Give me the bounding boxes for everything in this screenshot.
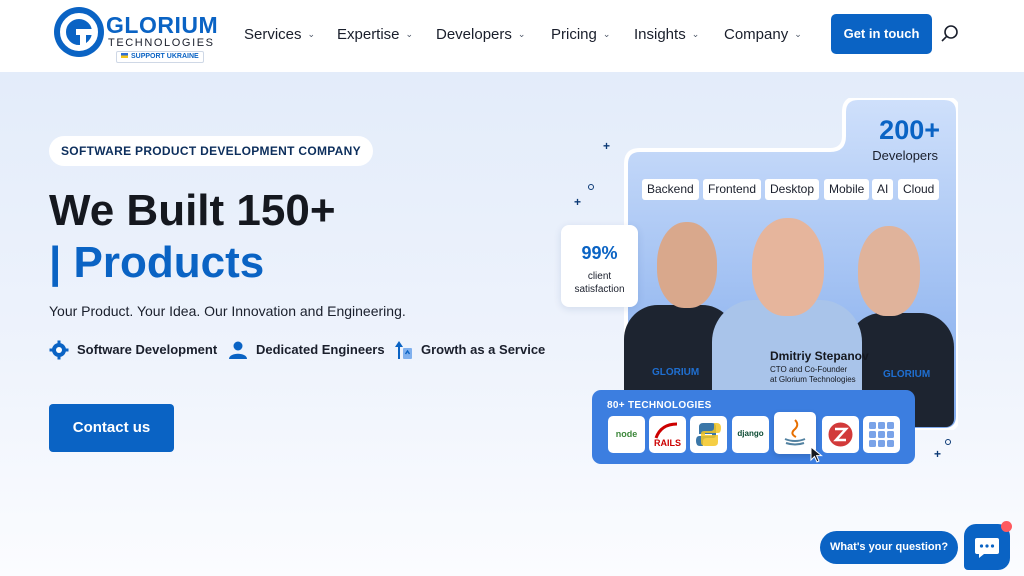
- feature-software-development: Software Development: [49, 339, 219, 361]
- chevron-down-icon: ⌄: [405, 29, 414, 39]
- support-ukraine-badge[interactable]: SUPPORT UKRAINE: [116, 51, 204, 63]
- nav-label: Company: [724, 26, 789, 43]
- sparkle-icon: +: [603, 139, 611, 153]
- growth-arrows-icon: [395, 341, 412, 359]
- hero-lede: Your Product. Your Idea. Our Innovation …: [49, 303, 406, 319]
- cursor-icon: [810, 446, 823, 463]
- shirt-logo: GLORIUM: [652, 367, 700, 378]
- satisfaction-value: 99%: [581, 243, 618, 263]
- skill-chip: Desktop: [765, 179, 820, 200]
- logo-mark-icon: [54, 7, 104, 57]
- rails-icon: RAILS: [649, 416, 686, 453]
- get-in-touch-button[interactable]: Get in touch: [831, 14, 932, 54]
- chevron-down-icon: ⌄: [307, 29, 316, 39]
- nav-item-company[interactable]: Company ⌄: [724, 24, 802, 45]
- python-icon: [690, 416, 727, 453]
- chat-notification-dot: [1001, 521, 1012, 532]
- nav-label: Expertise: [337, 26, 400, 43]
- feature-dedicated-engineers: Dedicated Engineers: [228, 339, 388, 361]
- nav-item-pricing[interactable]: Pricing ⌄: [551, 24, 610, 45]
- tile-label: node: [615, 429, 638, 439]
- nav-item-services[interactable]: Services ⌄: [244, 24, 315, 45]
- skill-chip: AI: [872, 179, 894, 200]
- tile-label: RAILS: [654, 438, 681, 448]
- nav-item-expertise[interactable]: Expertise ⌄: [337, 24, 413, 45]
- sparkle-icon: +: [574, 195, 582, 209]
- search-icon: [941, 25, 958, 42]
- more-technologies-icon: [863, 416, 900, 453]
- hero-headline-accent: | Products: [49, 238, 265, 287]
- scala-icon: [822, 416, 859, 453]
- chevron-down-icon: ⌄: [517, 29, 526, 39]
- person-title: CTO and Co-Founder: [770, 365, 848, 374]
- person-name: Dmitriy Stepanov: [770, 349, 869, 363]
- site-header: GLORIUM TECHNOLOGIES SUPPORT UKRAINE Ser…: [0, 0, 1024, 72]
- sparkle-icon: [945, 439, 951, 445]
- chevron-down-icon: ⌄: [691, 29, 700, 39]
- hero-tag: SOFTWARE PRODUCT DEVELOPMENT COMPANY: [49, 136, 373, 166]
- developers-count: 200+: [879, 115, 940, 145]
- feature-growth-as-a-service: Growth as a Service: [393, 339, 553, 361]
- hero-headline: We Built 150+: [49, 186, 336, 235]
- skill-chip: Frontend: [703, 179, 762, 200]
- search-button[interactable]: [940, 24, 960, 44]
- technologies-title: 80+ TECHNOLOGIES: [607, 400, 712, 411]
- satisfaction-card: 99% client satisfaction: [561, 225, 638, 307]
- sparkle-icon: +: [934, 447, 942, 461]
- nav-item-insights[interactable]: Insights ⌄: [634, 24, 699, 45]
- feature-label: Dedicated Engineers: [256, 342, 385, 357]
- contact-us-button[interactable]: Contact us: [49, 404, 174, 452]
- brand-name: GLORIUM: [106, 12, 219, 38]
- skill-chip: Backend: [642, 179, 699, 200]
- shirt-logo: GLORIUM: [883, 369, 931, 380]
- developers-label: Developers: [872, 148, 938, 163]
- gear-icon: [49, 340, 69, 360]
- django-icon: django: [732, 416, 769, 453]
- nodejs-icon: node: [608, 416, 645, 453]
- brand-subtitle: TECHNOLOGIES: [108, 37, 215, 49]
- chevron-down-icon: ⌄: [794, 29, 802, 39]
- technologies-panel: 80+ TECHNOLOGIES node RAILS django: [592, 390, 915, 464]
- nav-item-developers[interactable]: Developers ⌄: [436, 24, 525, 45]
- nav-label: Pricing: [551, 26, 597, 43]
- person-company: at Glorium Technologies: [770, 375, 856, 384]
- satisfaction-label: satisfaction: [574, 284, 625, 295]
- person-icon: [229, 341, 247, 359]
- brand-logo[interactable]: GLORIUM TECHNOLOGIES SUPPORT UKRAINE: [54, 7, 218, 63]
- chevron-down-icon: ⌄: [602, 29, 611, 39]
- ukraine-flag-icon: [121, 53, 128, 58]
- skill-chip: Mobile: [824, 179, 870, 200]
- chat-prompt[interactable]: What's your question?: [820, 531, 958, 564]
- nav-label: Services: [244, 26, 302, 43]
- skill-chip: Cloud: [898, 179, 940, 200]
- nav-label: Insights: [634, 26, 686, 43]
- satisfaction-label: client: [587, 271, 612, 282]
- feature-label: Software Development: [77, 342, 218, 357]
- nav-label: Developers: [436, 26, 512, 43]
- sparkle-icon: [588, 184, 594, 190]
- feature-label: Growth as a Service: [421, 342, 546, 357]
- tile-label: django: [737, 429, 764, 438]
- support-ukraine-label: SUPPORT UKRAINE: [131, 53, 199, 60]
